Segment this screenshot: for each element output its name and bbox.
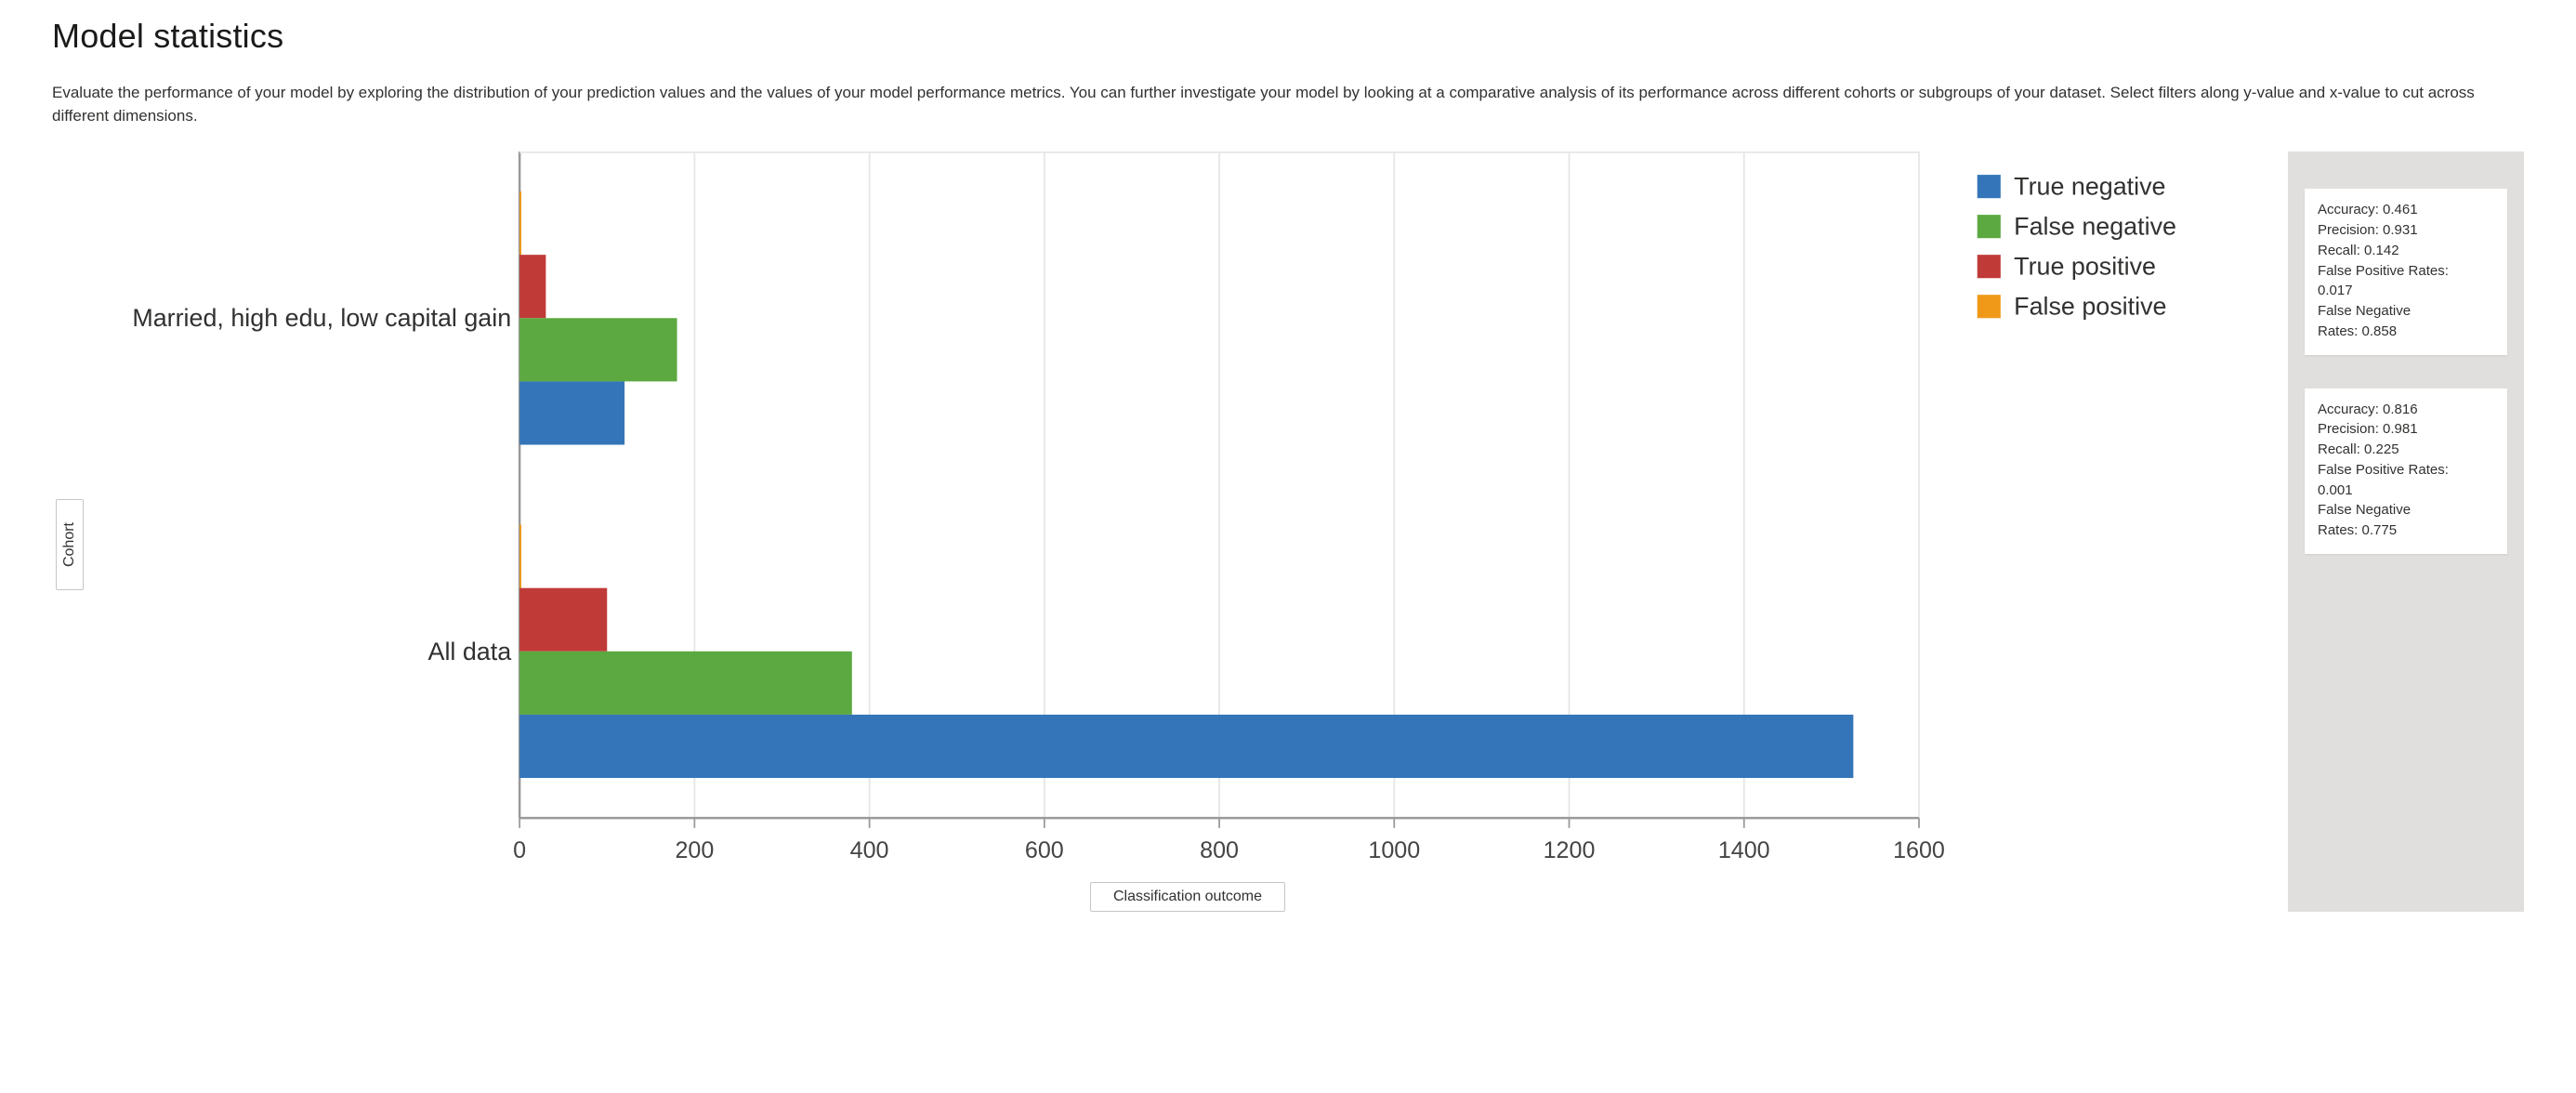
stat-fpr-label: False Positive Rates: (2318, 460, 2494, 481)
stat-fpr-value: 0.001 (2318, 481, 2494, 501)
legend-swatch-false-positive[interactable] (1978, 295, 2001, 318)
stat-fnr-value: Rates: 0.775 (2318, 520, 2494, 541)
legend-swatch-true-negative[interactable] (1978, 175, 2001, 198)
category-label-married: Married, high edu, low capital gain (132, 305, 511, 333)
classification-outcome-chart: Married, high edu, low capital gain All … (95, 151, 2280, 876)
stat-precision: Precision: 0.931 (2318, 220, 2494, 241)
x-tick-1600: 1600 (1893, 837, 1945, 863)
stats-card-cohort-1: Accuracy: 0.461 Precision: 0.931 Recall:… (2305, 189, 2507, 354)
x-axis-label: Classification outcome (1113, 889, 1262, 904)
legend-swatch-false-negative[interactable] (1978, 215, 2001, 238)
x-tick-1200: 1200 (1544, 837, 1596, 863)
y-axis-label-container: Cohort (52, 178, 87, 912)
bar-group-married (519, 191, 677, 444)
page-description: Evaluate the performance of your model b… (52, 82, 2524, 127)
bar-married-false-negative[interactable] (519, 319, 677, 382)
x-axis-label-container: Classification outcome (95, 882, 2280, 912)
page-title: Model statistics (52, 17, 2524, 56)
stat-fnr-label: False Negative (2318, 500, 2494, 520)
stat-fpr-value: 0.017 (2318, 281, 2494, 301)
bar-all-true-negative[interactable] (519, 715, 1853, 778)
x-tick-1400: 1400 (1718, 837, 1770, 863)
legend-label-true-positive[interactable]: True positive (2014, 253, 2156, 281)
x-tick-0: 0 (513, 837, 526, 863)
bar-married-true-negative[interactable] (519, 382, 624, 445)
legend-label-false-positive[interactable]: False positive (2014, 293, 2166, 321)
category-label-all: All data (428, 638, 512, 665)
stat-accuracy: Accuracy: 0.816 (2318, 400, 2494, 420)
y-axis-label: Cohort (61, 522, 78, 567)
x-axis-ticks: 0 200 400 600 800 1000 1200 1400 1600 (513, 818, 1945, 863)
x-tick-800: 800 (1200, 837, 1239, 863)
stats-card-cohort-2: Accuracy: 0.816 Precision: 0.981 Recall:… (2305, 388, 2507, 554)
x-tick-400: 400 (850, 837, 889, 863)
bar-all-false-positive[interactable] (519, 525, 521, 588)
legend-label-true-negative[interactable]: True negative (2014, 173, 2165, 201)
chart-legend: True negative False negative True positi… (1978, 173, 2176, 321)
stat-fnr-label: False Negative (2318, 301, 2494, 322)
x-tick-600: 600 (1025, 837, 1064, 863)
x-axis-label-box[interactable]: Classification outcome (1090, 882, 1285, 912)
bar-married-true-positive[interactable] (519, 255, 545, 318)
y-axis-label-box[interactable]: Cohort (56, 499, 84, 590)
legend-swatch-true-positive[interactable] (1978, 255, 2001, 278)
bar-all-false-negative[interactable] (519, 652, 852, 715)
bar-all-true-positive[interactable] (519, 588, 607, 652)
bar-married-false-positive[interactable] (519, 191, 521, 255)
stat-recall: Recall: 0.142 (2318, 241, 2494, 261)
stat-recall: Recall: 0.225 (2318, 440, 2494, 460)
stats-panel: Accuracy: 0.461 Precision: 0.931 Recall:… (2288, 151, 2524, 912)
stat-accuracy: Accuracy: 0.461 (2318, 200, 2494, 220)
x-tick-1000: 1000 (1368, 837, 1420, 863)
x-tick-200: 200 (675, 837, 714, 863)
stat-fpr-label: False Positive Rates: (2318, 261, 2494, 282)
bar-group-all-data (519, 525, 1853, 778)
legend-label-false-negative[interactable]: False negative (2014, 213, 2176, 241)
stat-precision: Precision: 0.981 (2318, 419, 2494, 440)
stat-fnr-value: Rates: 0.858 (2318, 322, 2494, 342)
